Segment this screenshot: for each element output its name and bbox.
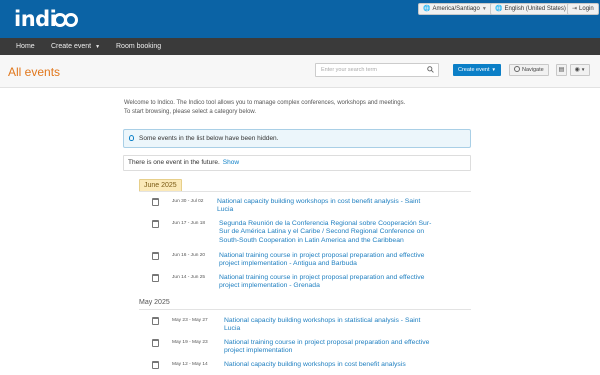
calendar-icon (152, 252, 159, 260)
timezone-selector[interactable]: 🌐 America/Santiago ▼ (418, 3, 492, 15)
compass-icon (514, 66, 520, 72)
search-icon[interactable] (427, 66, 434, 73)
calendar-icon (152, 339, 159, 347)
event-title-link[interactable]: National training course in project prop… (224, 339, 429, 356)
chevron-down-icon: ▼ (580, 67, 586, 72)
login-button[interactable]: ⇥ Login (567, 3, 599, 15)
login-icon: ⇥ (572, 6, 578, 12)
eye-icon: ◉ (574, 67, 580, 73)
calendar-icon: ▤ (558, 67, 565, 73)
event-dates: May 23 - May 27 (172, 318, 208, 323)
divider (139, 309, 471, 310)
indico-logo[interactable]: indico indi (14, 7, 79, 31)
event-title-link[interactable]: Segunda Reunión de la Conferencia Region… (219, 220, 431, 245)
create-event-button[interactable]: Create event ▼ (453, 64, 501, 76)
top-bar: indico indi 🌐America/Santiago▼ 🌐English … (0, 0, 600, 38)
calendar-icon (152, 220, 159, 228)
language-icon: 🌐 (495, 6, 503, 12)
search-box (315, 63, 439, 77)
view-options-button[interactable]: ◉▼ (570, 64, 590, 76)
page-title: All events (8, 65, 61, 79)
welcome-text: Welcome to Indico. The Indico tool allow… (124, 100, 406, 115)
lightbulb-icon (129, 135, 134, 141)
navigate-button[interactable]: Navigate (509, 64, 549, 76)
calendar-icon (152, 274, 159, 282)
month-header-may-2025: May 2025 (139, 299, 170, 306)
event-dates: Jun 17 - Jun 18 (172, 221, 206, 226)
hidden-events-notice: Some events in the list below have been … (123, 129, 471, 148)
event-title-link[interactable]: National capacity building workshops in … (217, 198, 420, 215)
nav-room-booking[interactable]: Room booking (116, 38, 161, 55)
language-selector[interactable]: 🌐English (United States)▼ (490, 3, 578, 15)
nav-home[interactable]: Home (16, 38, 35, 55)
event-title-link[interactable]: National capacity building workshops in … (224, 317, 420, 334)
event-title-link[interactable]: National training course in project prop… (219, 252, 424, 269)
nav-create-event[interactable]: Create event ▼ (51, 38, 100, 55)
calendar-icon (152, 361, 159, 369)
search-input[interactable] (316, 64, 424, 76)
event-dates: Jun 16 - Jun 20 (172, 253, 206, 258)
chevron-down-icon: ▼ (491, 67, 496, 72)
event-dates: Jun 30 - Jul 02 (172, 199, 204, 204)
event-dates: Jun 14 - Jun 25 (172, 275, 206, 280)
calendar-view-button[interactable]: ▤ (556, 64, 567, 76)
event-dates: May 12 - May 14 (172, 362, 208, 367)
calendar-icon (152, 198, 159, 206)
future-events-notice: There is one event in the future. Show (123, 155, 471, 171)
event-title-link[interactable]: National capacity building workshops in … (224, 361, 406, 369)
event-dates: May 19 - May 23 (172, 340, 208, 345)
calendar-icon (152, 317, 159, 325)
title-bar: All events Create event▼ Navigate ▤ ◉▼ (0, 55, 600, 88)
globe-icon: 🌐 (423, 6, 431, 12)
chevron-down-icon: ▼ (95, 44, 101, 50)
main-nav: Home Create event ▼ Room booking (0, 38, 600, 55)
chevron-down-icon: ▼ (481, 6, 487, 12)
divider (139, 191, 471, 192)
show-future-link[interactable]: Show (223, 159, 239, 166)
event-title-link[interactable]: National training course in project prop… (219, 274, 424, 291)
